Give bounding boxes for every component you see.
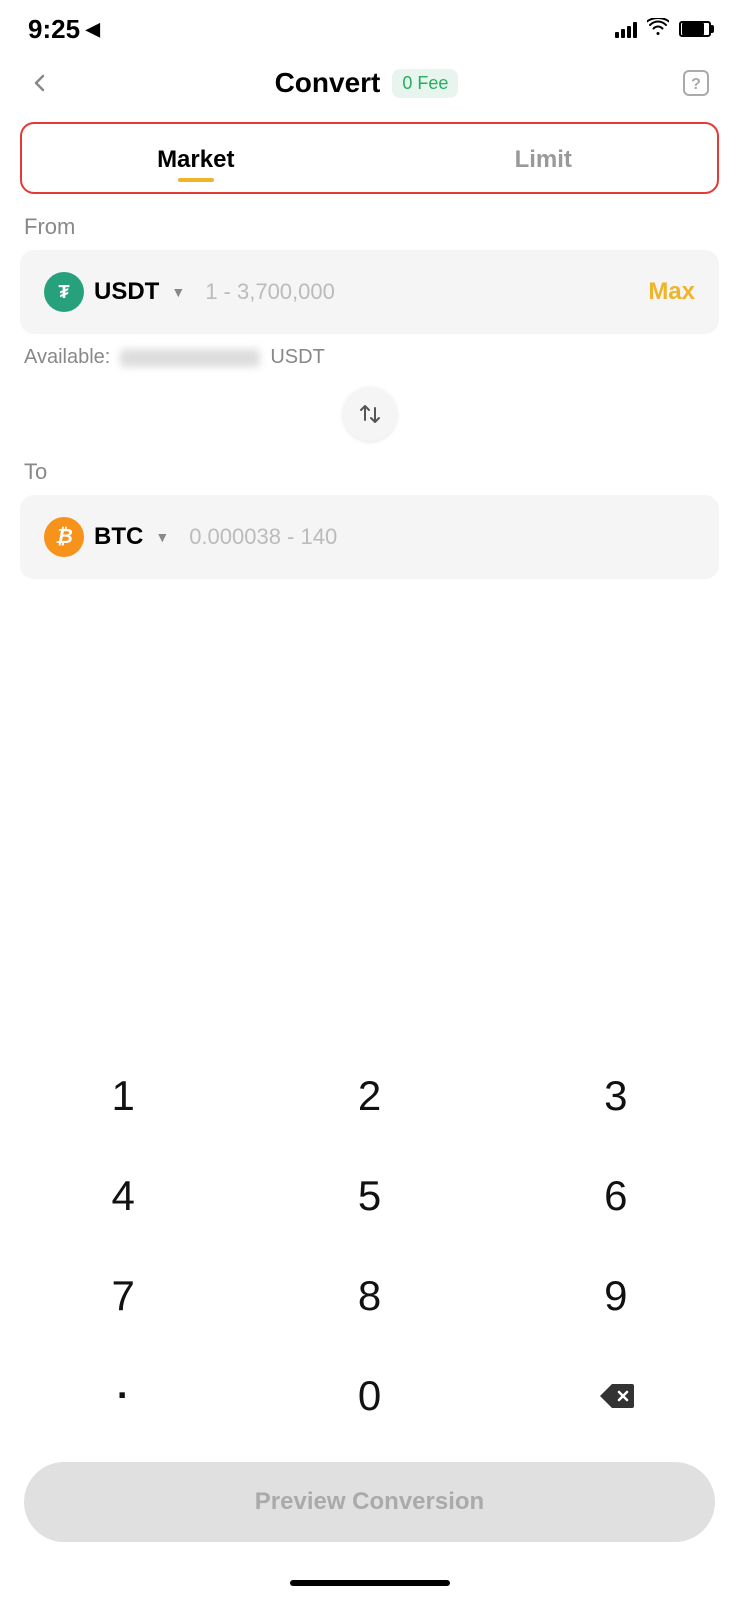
signal-bar-4 — [633, 22, 637, 38]
numpad-3[interactable]: 3 — [493, 1046, 739, 1146]
tab-limit-label: Limit — [515, 146, 572, 173]
location-icon: ◀ — [86, 19, 100, 40]
available-currency: USDT — [270, 346, 324, 369]
from-input-placeholder[interactable]: 1 - 3,700,000 — [205, 279, 648, 305]
tab-market[interactable]: Market — [22, 124, 370, 192]
status-icons — [615, 18, 711, 41]
from-dropdown-arrow: ▼ — [171, 284, 185, 300]
to-dropdown-arrow: ▼ — [155, 529, 169, 545]
status-bar: 9:25 ◀ — [0, 0, 739, 54]
btc-symbol: ₿ — [55, 526, 73, 549]
usdt-symbol: ₮ — [59, 282, 70, 303]
tab-limit[interactable]: Limit — [370, 124, 718, 192]
numpad-0[interactable]: 0 — [246, 1346, 492, 1446]
signal-bar-1 — [615, 32, 619, 38]
numpad-6[interactable]: 6 — [493, 1146, 739, 1246]
numpad-1[interactable]: 1 — [0, 1046, 246, 1146]
to-input-box: ₿ BTC ▼ 0.000038 - 140 — [20, 495, 719, 579]
from-label: From — [24, 214, 715, 240]
numpad-2[interactable]: 2 — [246, 1046, 492, 1146]
preview-button-container: Preview Conversion — [0, 1446, 739, 1572]
tab-selector: Market Limit — [20, 122, 719, 194]
status-time: 9:25 ◀ — [28, 14, 100, 45]
numpad-8[interactable]: 8 — [246, 1246, 492, 1346]
to-section: To ₿ BTC ▼ 0.000038 - 140 — [0, 459, 739, 579]
available-row: Available: USDT — [24, 346, 715, 369]
signal-bars — [615, 20, 637, 38]
to-label: To — [24, 459, 715, 485]
back-button[interactable] — [24, 67, 56, 99]
usdt-icon: ₮ — [44, 272, 84, 312]
tab-market-underline — [178, 178, 214, 182]
numpad-dot[interactable]: · — [0, 1346, 246, 1446]
numpad-4[interactable]: 4 — [0, 1146, 246, 1246]
time-display: 9:25 — [28, 14, 80, 45]
numpad-area: 1 2 3 4 5 6 7 8 9 · 0 Preview Conversion — [0, 1026, 739, 1600]
home-indicator — [0, 1572, 739, 1600]
available-label: Available: — [24, 346, 110, 369]
btc-icon: ₿ — [44, 517, 84, 557]
swap-button-container — [0, 387, 739, 441]
preview-conversion-button[interactable]: Preview Conversion — [24, 1462, 715, 1542]
from-currency-name: USDT — [94, 278, 159, 306]
signal-bar-3 — [627, 26, 631, 38]
numpad-9[interactable]: 9 — [493, 1246, 739, 1346]
help-button[interactable]: ? — [677, 64, 715, 102]
home-indicator-bar — [290, 1580, 450, 1586]
wifi-icon — [647, 18, 669, 41]
svg-text:?: ? — [691, 76, 701, 93]
swap-button[interactable] — [343, 387, 397, 441]
max-button[interactable]: Max — [648, 278, 695, 306]
numpad-backspace[interactable] — [493, 1346, 739, 1446]
numpad: 1 2 3 4 5 6 7 8 9 · 0 — [0, 1026, 739, 1446]
available-amount-blur — [120, 349, 260, 367]
signal-bar-2 — [621, 29, 625, 38]
battery-icon — [679, 21, 711, 37]
from-currency-selector[interactable]: ₮ USDT ▼ — [44, 272, 185, 312]
numpad-7[interactable]: 7 — [0, 1246, 246, 1346]
fee-badge: 0 Fee — [392, 69, 458, 98]
to-currency-name: BTC — [94, 523, 143, 551]
page-title: Convert — [275, 67, 381, 99]
to-input-placeholder[interactable]: 0.000038 - 140 — [189, 524, 695, 550]
page-header: Convert 0 Fee ? — [0, 54, 739, 116]
header-center: Convert 0 Fee — [275, 67, 459, 99]
battery-fill — [682, 23, 704, 35]
tab-market-label: Market — [157, 146, 234, 173]
numpad-5[interactable]: 5 — [246, 1146, 492, 1246]
to-currency-selector[interactable]: ₿ BTC ▼ — [44, 517, 169, 557]
from-input-box: ₮ USDT ▼ 1 - 3,700,000 Max — [20, 250, 719, 334]
